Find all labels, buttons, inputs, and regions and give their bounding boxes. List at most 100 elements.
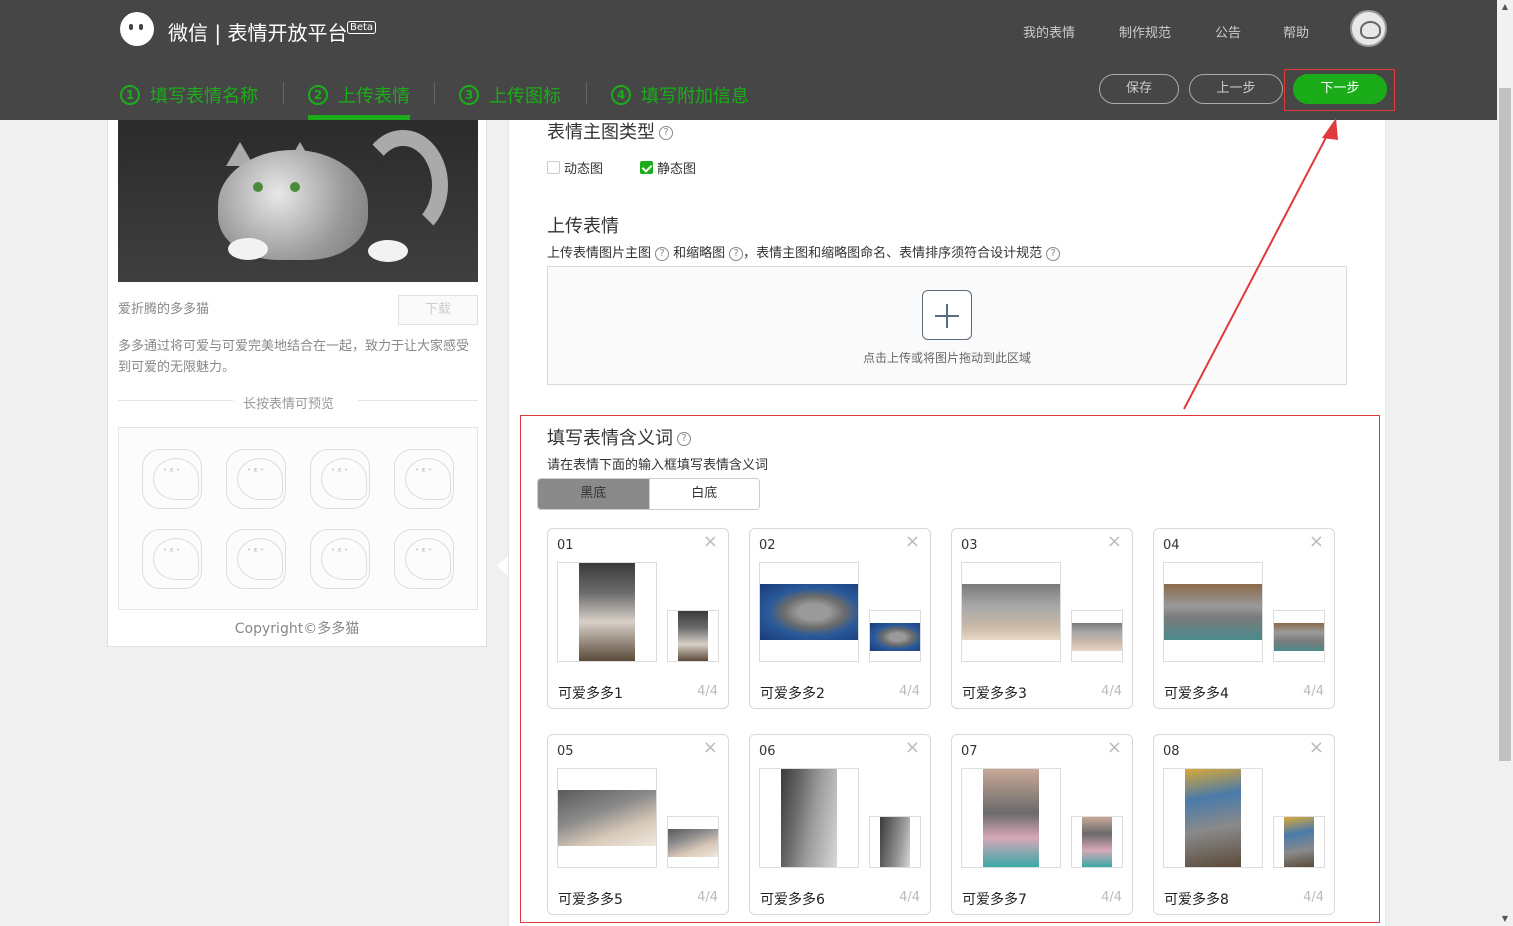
char-count: 4/4	[697, 890, 718, 905]
thumbnail-slot[interactable]	[1273, 816, 1325, 868]
main-image-slot[interactable]	[1163, 562, 1263, 662]
cat-photo	[983, 769, 1039, 867]
meaning-input[interactable]: 可爱多多6	[760, 889, 825, 909]
cat-eye-shape	[290, 182, 300, 192]
meaning-description: 请在表情下面的输入框填写表情含义词	[547, 458, 769, 473]
meaning-input[interactable]: 可爱多多4	[1164, 683, 1229, 703]
step-number: 1	[120, 85, 140, 105]
thumbnail-slot[interactable]	[667, 816, 719, 868]
close-icon[interactable]: ×	[1107, 531, 1122, 552]
nav-guidelines[interactable]: 制作规范	[1119, 22, 1171, 41]
scroll-down-arrow-icon[interactable]: ▼	[1497, 912, 1513, 926]
step-4[interactable]: 4 填写附加信息	[611, 82, 749, 108]
placeholder-sticker-icon	[226, 449, 286, 509]
checkbox-checked-icon[interactable]	[640, 161, 653, 174]
close-icon[interactable]: ×	[703, 531, 718, 552]
sticker-card: 02 × 可爱多多2 4/4	[749, 528, 931, 709]
download-button[interactable]: 下载	[398, 295, 478, 325]
meaning-input[interactable]: 可爱多多1	[558, 683, 623, 703]
save-button[interactable]: 保存	[1099, 74, 1179, 104]
checkbox-static[interactable]: 静态图	[640, 158, 696, 177]
close-icon[interactable]: ×	[905, 531, 920, 552]
main-image-slot[interactable]	[557, 768, 657, 868]
main-image-slot[interactable]	[759, 768, 859, 868]
background-toggle: 黑底 白底	[537, 478, 760, 510]
annotation-arrow-icon	[1183, 118, 1338, 410]
cat-thumbnail	[1274, 623, 1324, 651]
cat-thumbnail	[1082, 817, 1112, 867]
thumbnail-slot[interactable]	[1071, 816, 1123, 868]
thumbnail-slot[interactable]	[1273, 610, 1325, 662]
char-count: 4/4	[1303, 684, 1324, 699]
scrollbar-thumb[interactable]	[1499, 88, 1511, 761]
step-divider	[434, 82, 435, 104]
help-icon[interactable]: ?	[677, 432, 691, 446]
step-label: 上传表情	[338, 86, 410, 107]
char-count: 4/4	[899, 890, 920, 905]
placeholder-sticker-icon	[226, 529, 286, 589]
scroll-up-arrow-icon[interactable]: ▲	[1497, 0, 1513, 14]
top-header: 微信 | 表情开放平台 Beta 我的表情 制作规范 公告 帮助 1 填写表情名称…	[0, 0, 1497, 120]
main-image-slot[interactable]	[961, 562, 1061, 662]
sticker-number: 06	[759, 744, 776, 759]
nav-my-stickers[interactable]: 我的表情	[1023, 22, 1075, 41]
previous-step-button[interactable]: 上一步	[1189, 74, 1283, 104]
highlight-box-next	[1284, 69, 1395, 111]
cat-thumbnail	[668, 829, 718, 857]
help-icon[interactable]: ?	[655, 246, 670, 261]
copyright-text: Copyright©多多猫	[234, 621, 360, 637]
main-image-slot[interactable]	[557, 562, 657, 662]
char-count: 4/4	[1101, 890, 1122, 905]
sticker-card: 08 × 可爱多多8 4/4	[1153, 734, 1335, 915]
placeholder-sticker-icon	[310, 529, 370, 589]
step-1[interactable]: 1 填写表情名称	[120, 82, 258, 108]
step-2[interactable]: 2 上传表情	[308, 82, 410, 108]
help-icon[interactable]: ?	[1046, 246, 1061, 261]
section-title-text: 表情主图类型	[547, 122, 655, 143]
help-icon[interactable]: ?	[659, 126, 673, 140]
thumbnail-slot[interactable]	[869, 610, 921, 662]
main-image-slot[interactable]	[961, 768, 1061, 868]
close-icon[interactable]: ×	[905, 737, 920, 758]
cat-photo	[1185, 769, 1241, 867]
cat-thumbnail	[880, 817, 910, 867]
meaning-input[interactable]: 可爱多多3	[962, 683, 1027, 703]
step-3[interactable]: 3 上传图标	[459, 82, 561, 108]
close-icon[interactable]: ×	[703, 737, 718, 758]
avatar[interactable]	[1350, 10, 1387, 47]
nav-announcements[interactable]: 公告	[1215, 22, 1241, 41]
upload-desc-rules: ，表情主图和缩略图命名、表情排序须符合设计规范	[743, 246, 1043, 261]
sticker-number: 01	[557, 538, 574, 553]
plus-icon[interactable]	[922, 290, 972, 340]
close-icon[interactable]: ×	[1107, 737, 1122, 758]
meaning-input[interactable]: 可爱多多7	[962, 889, 1027, 909]
placeholder-sticker-icon	[394, 449, 454, 509]
nav-help[interactable]: 帮助	[1283, 22, 1309, 41]
checkbox-animated[interactable]: 动态图	[547, 158, 603, 177]
checkbox-box[interactable]	[547, 161, 560, 174]
divider	[358, 400, 478, 401]
cat-thumbnail	[678, 611, 708, 661]
meaning-section-title: 填写表情含义词?	[547, 424, 691, 450]
main-image-slot[interactable]	[759, 562, 859, 662]
sticker-number: 03	[961, 538, 978, 553]
close-icon[interactable]: ×	[1309, 531, 1324, 552]
meaning-input[interactable]: 可爱多多8	[1164, 889, 1229, 909]
light-bg-option[interactable]: 白底	[648, 479, 759, 509]
meaning-input[interactable]: 可爱多多2	[760, 683, 825, 703]
cat-photo	[558, 790, 656, 846]
sticker-pack-name: 爱折腾的多多猫	[118, 302, 210, 317]
char-count: 4/4	[697, 684, 718, 699]
close-icon[interactable]: ×	[1309, 737, 1324, 758]
meaning-input[interactable]: 可爱多多5	[558, 889, 623, 909]
cat-paw-shape	[228, 238, 268, 260]
thumbnail-slot[interactable]	[667, 610, 719, 662]
thumbnail-slot[interactable]	[1071, 610, 1123, 662]
thumbnail-slot[interactable]	[869, 816, 921, 868]
beta-badge: Beta	[347, 21, 377, 34]
section-title-text: 填写表情含义词	[547, 428, 673, 449]
main-image-slot[interactable]	[1163, 768, 1263, 868]
help-icon[interactable]: ?	[729, 246, 744, 261]
wechat-logo-icon	[120, 12, 154, 46]
dark-bg-option[interactable]: 黑底	[538, 479, 649, 509]
